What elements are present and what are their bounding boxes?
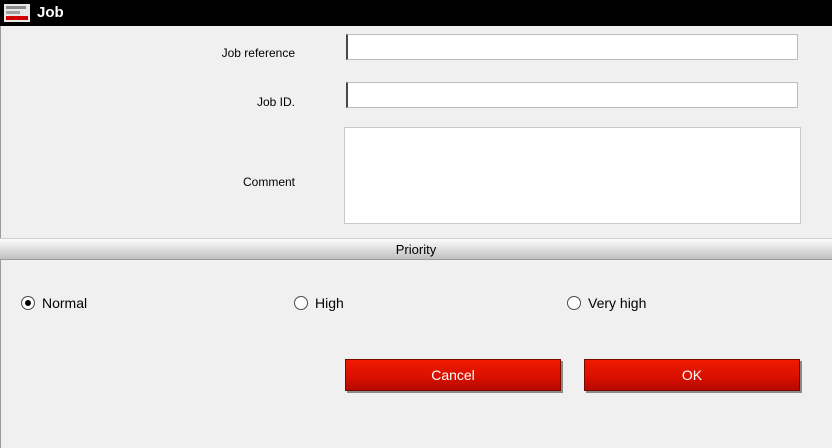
app-icon bbox=[4, 4, 30, 22]
comment-label: Comment bbox=[242, 175, 295, 189]
priority-high-label: High bbox=[315, 295, 344, 311]
priority-very-high-label: Very high bbox=[588, 295, 647, 311]
priority-high-radio[interactable]: High bbox=[294, 294, 344, 312]
cancel-button[interactable]: Cancel bbox=[345, 359, 561, 391]
comment-textarea[interactable] bbox=[344, 127, 801, 224]
window-titlebar: Job bbox=[0, 0, 832, 26]
window-title: Job bbox=[37, 4, 64, 21]
priority-normal-radio[interactable]: Normal bbox=[21, 294, 87, 312]
radio-selected-icon bbox=[21, 296, 35, 310]
priority-title: Priority bbox=[395, 242, 437, 257]
window-border bbox=[0, 26, 1, 448]
job-reference-label: Job reference bbox=[221, 46, 295, 60]
ok-button[interactable]: OK bbox=[584, 359, 800, 391]
priority-section-header: Priority bbox=[0, 238, 832, 260]
job-id-input[interactable] bbox=[346, 82, 798, 108]
priority-normal-label: Normal bbox=[42, 295, 88, 311]
radio-unselected-icon bbox=[294, 296, 308, 310]
priority-very-high-radio[interactable]: Very high bbox=[567, 294, 646, 312]
radio-unselected-icon bbox=[567, 296, 581, 310]
job-reference-input[interactable] bbox=[346, 34, 798, 60]
job-id-label: Job ID. bbox=[256, 95, 295, 109]
